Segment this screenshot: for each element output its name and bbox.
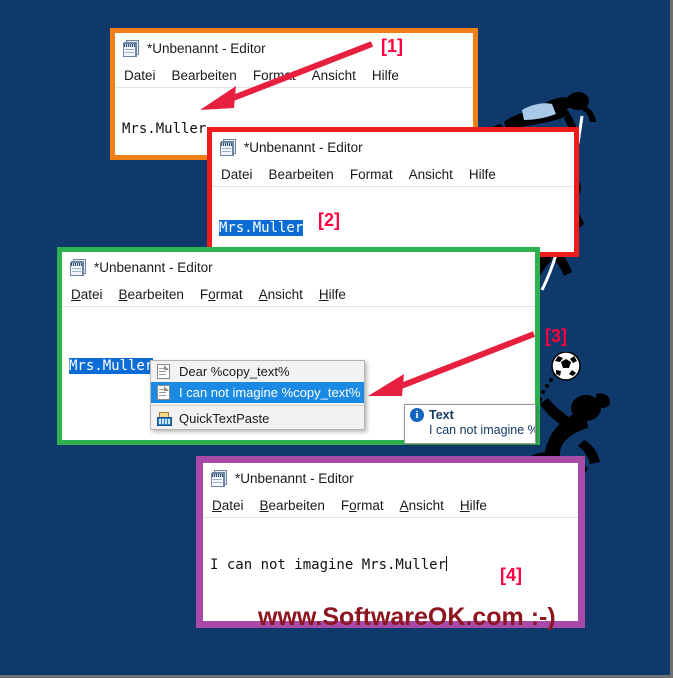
window-title: *Unbenannt - Editor (235, 470, 354, 486)
notepad-icon (123, 39, 140, 57)
menu-item-dear[interactable]: Dear %copy_text% (151, 361, 364, 382)
notepad-window-4[interactable]: *Unbenannt - Editor Datei Bearbeiten For… (196, 456, 585, 631)
notepad-icon (220, 138, 237, 156)
menu-item-label: QuickTextPaste (179, 411, 270, 426)
menu-datei[interactable]: DDateiatei (71, 287, 103, 302)
document-text: Mrs.Muller (122, 121, 207, 137)
selected-text: Mrs.Muller (69, 358, 154, 374)
window-title: *Unbenannt - Editor (244, 139, 363, 155)
menu-bearbeiten[interactable]: Bearbeiten (269, 167, 334, 182)
notepad-icon (211, 469, 228, 487)
menubar-2[interactable]: Datei Bearbeiten Format Ansicht Hilfe (212, 162, 574, 187)
marker-4: [4] (500, 565, 522, 585)
document-text: I can not imagine Mrs.Muller (210, 557, 447, 573)
tooltip-body: I can not imagine % (429, 423, 536, 437)
menu-ansicht[interactable]: Ansicht (259, 287, 303, 302)
menu-hilfe[interactable]: Hilfe (372, 68, 399, 83)
notepad-window-2[interactable]: *Unbenannt - Editor Datei Bearbeiten For… (207, 127, 579, 257)
document-text-wrap: Mrs.Muller (219, 220, 304, 236)
selected-text: Mrs.Muller (219, 220, 304, 236)
tooltip-title: Text (429, 408, 454, 422)
document-icon (157, 364, 170, 379)
tooltip: i Text I can not imagine % (404, 404, 536, 444)
bottom-watermark: www.SoftwareOK.com :-) (258, 603, 556, 631)
titlebar-3: *Unbenannt - Editor (62, 252, 535, 282)
titlebar-1: *Unbenannt - Editor (115, 33, 473, 63)
menu-bearbeiten[interactable]: Bearbeiten (172, 68, 237, 83)
menubar-1[interactable]: Datei Bearbeiten Format Ansicht Hilfe (115, 63, 473, 88)
marker-2: [2] (318, 210, 340, 230)
titlebar-2: *Unbenannt - Editor (212, 132, 574, 162)
document-text-wrap: I can not imagine Mrs.Muller (210, 556, 448, 573)
window-title: *Unbenannt - Editor (147, 40, 266, 56)
menu-bearbeiten[interactable]: Bearbeiten (119, 287, 184, 302)
window-title: *Unbenannt - Editor (94, 259, 213, 275)
menu-format[interactable]: Format (253, 68, 296, 83)
menu-item-quicktextpaste[interactable]: QuickTextPaste (151, 408, 364, 429)
menu-hilfe[interactable]: Hilfe (460, 498, 487, 513)
text-caret (446, 556, 448, 571)
menu-datei[interactable]: Datei (221, 167, 253, 182)
menu-format[interactable]: Format (350, 167, 393, 182)
menu-item-i-can-not-imagine[interactable]: I can not imagine %copy_text% (151, 382, 364, 403)
document-text-wrap: Mrs.Muller (69, 358, 154, 374)
menu-hilfe[interactable]: Hilfe (319, 287, 346, 302)
menu-format[interactable]: Format (341, 498, 384, 513)
menu-ansicht[interactable]: Ansicht (312, 68, 356, 83)
titlebar-4: *Unbenannt - Editor (203, 463, 578, 493)
info-icon: i (410, 408, 424, 422)
menubar-3[interactable]: DDateiatei Bearbeiten Format Ansicht Hil… (62, 282, 535, 307)
menu-item-label: I can not imagine %copy_text% (179, 385, 361, 400)
menu-separator (151, 405, 364, 406)
tooltip-header: i Text (405, 405, 535, 422)
marker-3: [3] (545, 326, 567, 346)
notepad-icon (70, 258, 87, 276)
menu-ansicht[interactable]: Ansicht (409, 167, 453, 182)
menu-ansicht[interactable]: Ansicht (400, 498, 444, 513)
menubar-4[interactable]: Datei Bearbeiten Format Ansicht Hilfe (203, 493, 578, 518)
desktop-background: www.SoftwareOK.com :-) *Unbenannt - Edit… (0, 0, 673, 678)
menu-hilfe[interactable]: Hilfe (469, 167, 496, 182)
menu-format[interactable]: Format (200, 287, 243, 302)
menu-bearbeiten[interactable]: Bearbeiten (260, 498, 325, 513)
context-menu[interactable]: Dear %copy_text% I can not imagine %copy… (150, 360, 365, 430)
menu-datei[interactable]: Datei (212, 498, 244, 513)
menu-item-label: Dear %copy_text% (179, 364, 290, 379)
document-icon (157, 385, 170, 400)
marker-1: [1] (381, 36, 403, 56)
menu-datei[interactable]: Datei (124, 68, 156, 83)
quicktextpaste-icon (157, 411, 172, 426)
